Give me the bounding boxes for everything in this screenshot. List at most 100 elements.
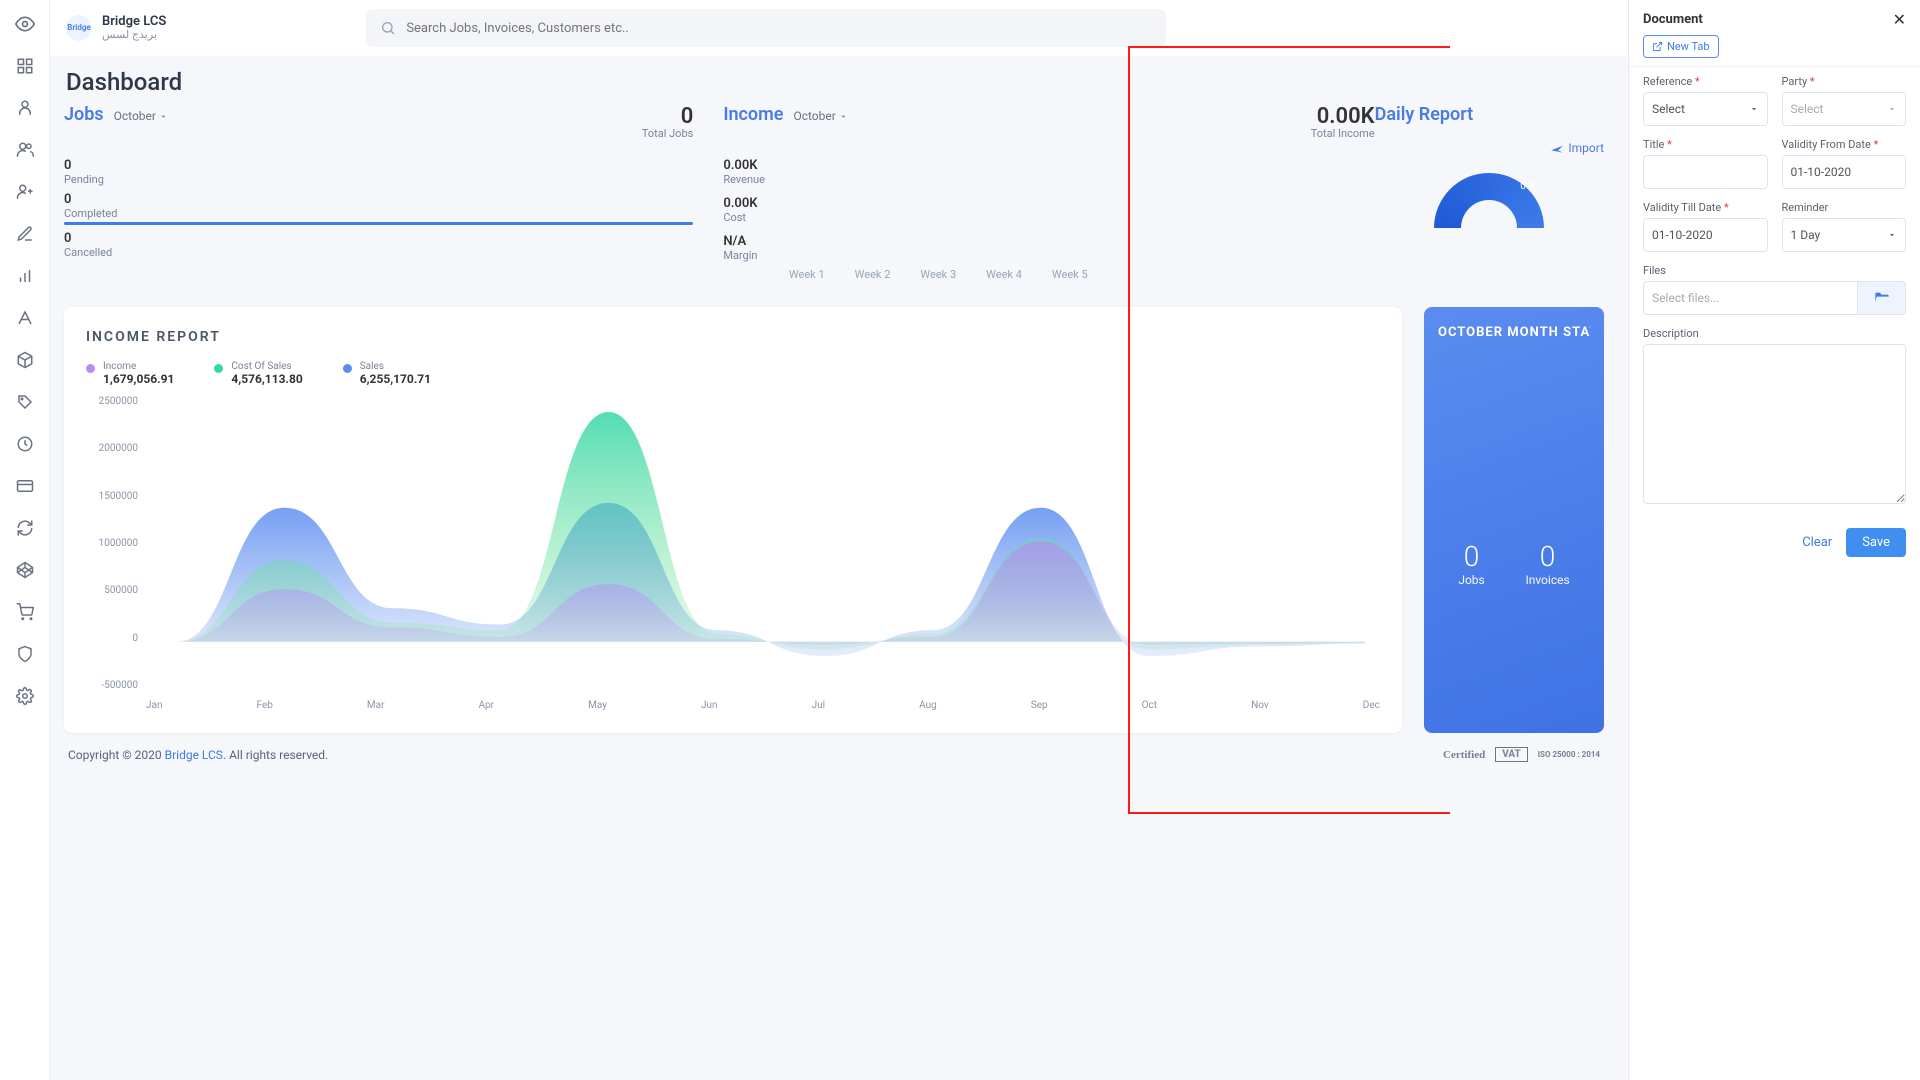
chevron-down-icon bbox=[1887, 104, 1897, 114]
cost-label: Cost bbox=[723, 211, 765, 224]
party-label: Party * bbox=[1782, 75, 1907, 88]
gear-icon[interactable] bbox=[15, 686, 35, 706]
eye-icon[interactable] bbox=[15, 14, 35, 34]
income-month-selector[interactable]: October bbox=[793, 109, 847, 123]
total-jobs-label: Total Jobs bbox=[642, 127, 694, 140]
search-box[interactable] bbox=[366, 9, 1166, 47]
description-textarea[interactable] bbox=[1643, 344, 1906, 504]
search-input[interactable] bbox=[406, 21, 1152, 36]
reminder-select[interactable]: 1 Day bbox=[1782, 218, 1907, 252]
jobs-month-selector[interactable]: October bbox=[114, 109, 168, 123]
legend-item: Sales6,255,170.71 bbox=[343, 361, 431, 386]
margin-label: Margin bbox=[723, 249, 765, 262]
validity-till-input[interactable]: 01-10-2020 bbox=[1643, 218, 1768, 252]
income-report-panel: INCOME REPORT Income1,679,056.91 Cost Of … bbox=[64, 307, 1402, 733]
plane-icon bbox=[1550, 141, 1564, 155]
total-income-value: 0.00K bbox=[1311, 104, 1375, 129]
search-icon bbox=[380, 20, 396, 36]
title-input[interactable] bbox=[1643, 155, 1768, 189]
credit-card-icon[interactable] bbox=[15, 476, 35, 496]
brand-subtitle: بريدج لسس bbox=[102, 29, 166, 41]
month-jobs-value: 0 bbox=[1458, 540, 1484, 573]
vat-badge: VAT bbox=[1495, 747, 1527, 762]
document-panel: Document ✕ New Tab Reference * Select Pa… bbox=[1628, 0, 1920, 1080]
jobs-card: Jobs October 0 Total Jobs 0Pending 0Comp… bbox=[64, 104, 719, 281]
brand-name: Bridge LCS bbox=[102, 15, 166, 29]
reference-select[interactable]: Select bbox=[1643, 92, 1768, 126]
reference-label: Reference * bbox=[1643, 75, 1768, 88]
bar-chart-icon[interactable] bbox=[15, 266, 35, 286]
chevron-down-icon bbox=[839, 112, 848, 121]
margin-value: N/A bbox=[723, 234, 765, 249]
reminder-label: Reminder bbox=[1782, 201, 1907, 214]
completed-value: 0 bbox=[64, 192, 693, 207]
cart-icon[interactable] bbox=[15, 602, 35, 622]
description-label: Description bbox=[1643, 327, 1906, 340]
cost-value: 0.00K bbox=[723, 196, 765, 211]
revenue-value: 0.00K bbox=[723, 158, 765, 173]
footer: Copyright © 2020 Bridge LCS. All rights … bbox=[64, 733, 1604, 766]
package-icon[interactable] bbox=[15, 350, 35, 370]
gauge-label: 0-3 bbox=[1520, 181, 1534, 192]
legend-item: Cost Of Sales4,576,113.80 bbox=[214, 361, 302, 386]
cancelled-label: Cancelled bbox=[64, 246, 693, 259]
income-chart bbox=[86, 396, 1380, 696]
daily-title: Daily Report bbox=[1375, 104, 1604, 125]
party-select[interactable]: Select bbox=[1782, 92, 1907, 126]
pending-value: 0 bbox=[64, 158, 693, 173]
certified-badge: Certified bbox=[1443, 749, 1485, 761]
completed-label: Completed bbox=[64, 207, 693, 220]
users-icon[interactable] bbox=[15, 140, 35, 160]
external-link-icon bbox=[1652, 41, 1663, 52]
shield-icon[interactable] bbox=[15, 644, 35, 664]
weeks-row: Week 1 Week 2 Week 3 Week 4 Week 5 bbox=[789, 268, 1088, 281]
title-label: Title * bbox=[1643, 138, 1768, 151]
refresh-icon[interactable] bbox=[15, 518, 35, 538]
edit-icon[interactable] bbox=[15, 224, 35, 244]
legend-item: Income1,679,056.91 bbox=[86, 361, 174, 386]
gauge-chart: 0-3 bbox=[1434, 173, 1544, 228]
month-invoices-value: 0 bbox=[1525, 540, 1569, 573]
total-jobs-value: 0 bbox=[642, 104, 694, 129]
topbar: Bridge Bridge LCS بريدج لسس bbox=[50, 0, 1628, 56]
folder-open-icon bbox=[1874, 290, 1890, 306]
brand: Bridge Bridge LCS بريدج لسس bbox=[66, 15, 166, 41]
page-title: Dashboard bbox=[66, 68, 1604, 96]
income-card: Income October 0.00K Total Income 0.00KR… bbox=[719, 104, 1374, 281]
codepen-icon[interactable] bbox=[15, 560, 35, 580]
month-stat-title: OCTOBER MONTH STAT bbox=[1438, 325, 1590, 340]
month-jobs-label: Jobs bbox=[1458, 573, 1484, 587]
dashboard-icon[interactable] bbox=[15, 56, 35, 76]
income-title: Income bbox=[723, 104, 783, 125]
cancelled-value: 0 bbox=[64, 231, 693, 246]
import-button[interactable]: Import bbox=[1375, 141, 1604, 155]
new-tab-button[interactable]: New Tab bbox=[1643, 35, 1719, 58]
iso-badge: ISO 25000 : 2014 bbox=[1538, 750, 1600, 759]
tag-icon[interactable] bbox=[15, 392, 35, 412]
chevron-down-icon bbox=[1887, 230, 1897, 240]
validity-till-label: Validity Till Date * bbox=[1643, 201, 1768, 214]
income-report-title: INCOME REPORT bbox=[86, 329, 1380, 345]
files-browse-button[interactable] bbox=[1858, 281, 1906, 315]
font-icon[interactable] bbox=[15, 308, 35, 328]
files-label: Files bbox=[1643, 264, 1906, 277]
chevron-down-icon bbox=[159, 112, 168, 121]
files-input[interactable]: Select files... bbox=[1643, 281, 1858, 315]
jobs-title: Jobs bbox=[64, 104, 104, 125]
clear-button[interactable]: Clear bbox=[1802, 535, 1832, 550]
sidebar bbox=[0, 0, 50, 1080]
brand-logo: Bridge bbox=[66, 15, 92, 41]
panel-title: Document bbox=[1643, 12, 1703, 27]
validity-from-label: Validity From Date * bbox=[1782, 138, 1907, 151]
month-invoices-label: Invoices bbox=[1525, 573, 1569, 587]
footer-link[interactable]: Bridge LCS bbox=[165, 748, 223, 762]
pending-label: Pending bbox=[64, 173, 693, 186]
total-income-label: Total Income bbox=[1311, 127, 1375, 140]
clock-icon[interactable] bbox=[15, 434, 35, 454]
save-button[interactable]: Save bbox=[1846, 528, 1906, 557]
validity-from-input[interactable]: 01-10-2020 bbox=[1782, 155, 1907, 189]
close-icon[interactable]: ✕ bbox=[1893, 10, 1906, 29]
month-stat-card: OCTOBER MONTH STAT 0Jobs 0Invoices bbox=[1424, 307, 1604, 733]
user-plus-icon[interactable] bbox=[15, 182, 35, 202]
user-icon[interactable] bbox=[15, 98, 35, 118]
